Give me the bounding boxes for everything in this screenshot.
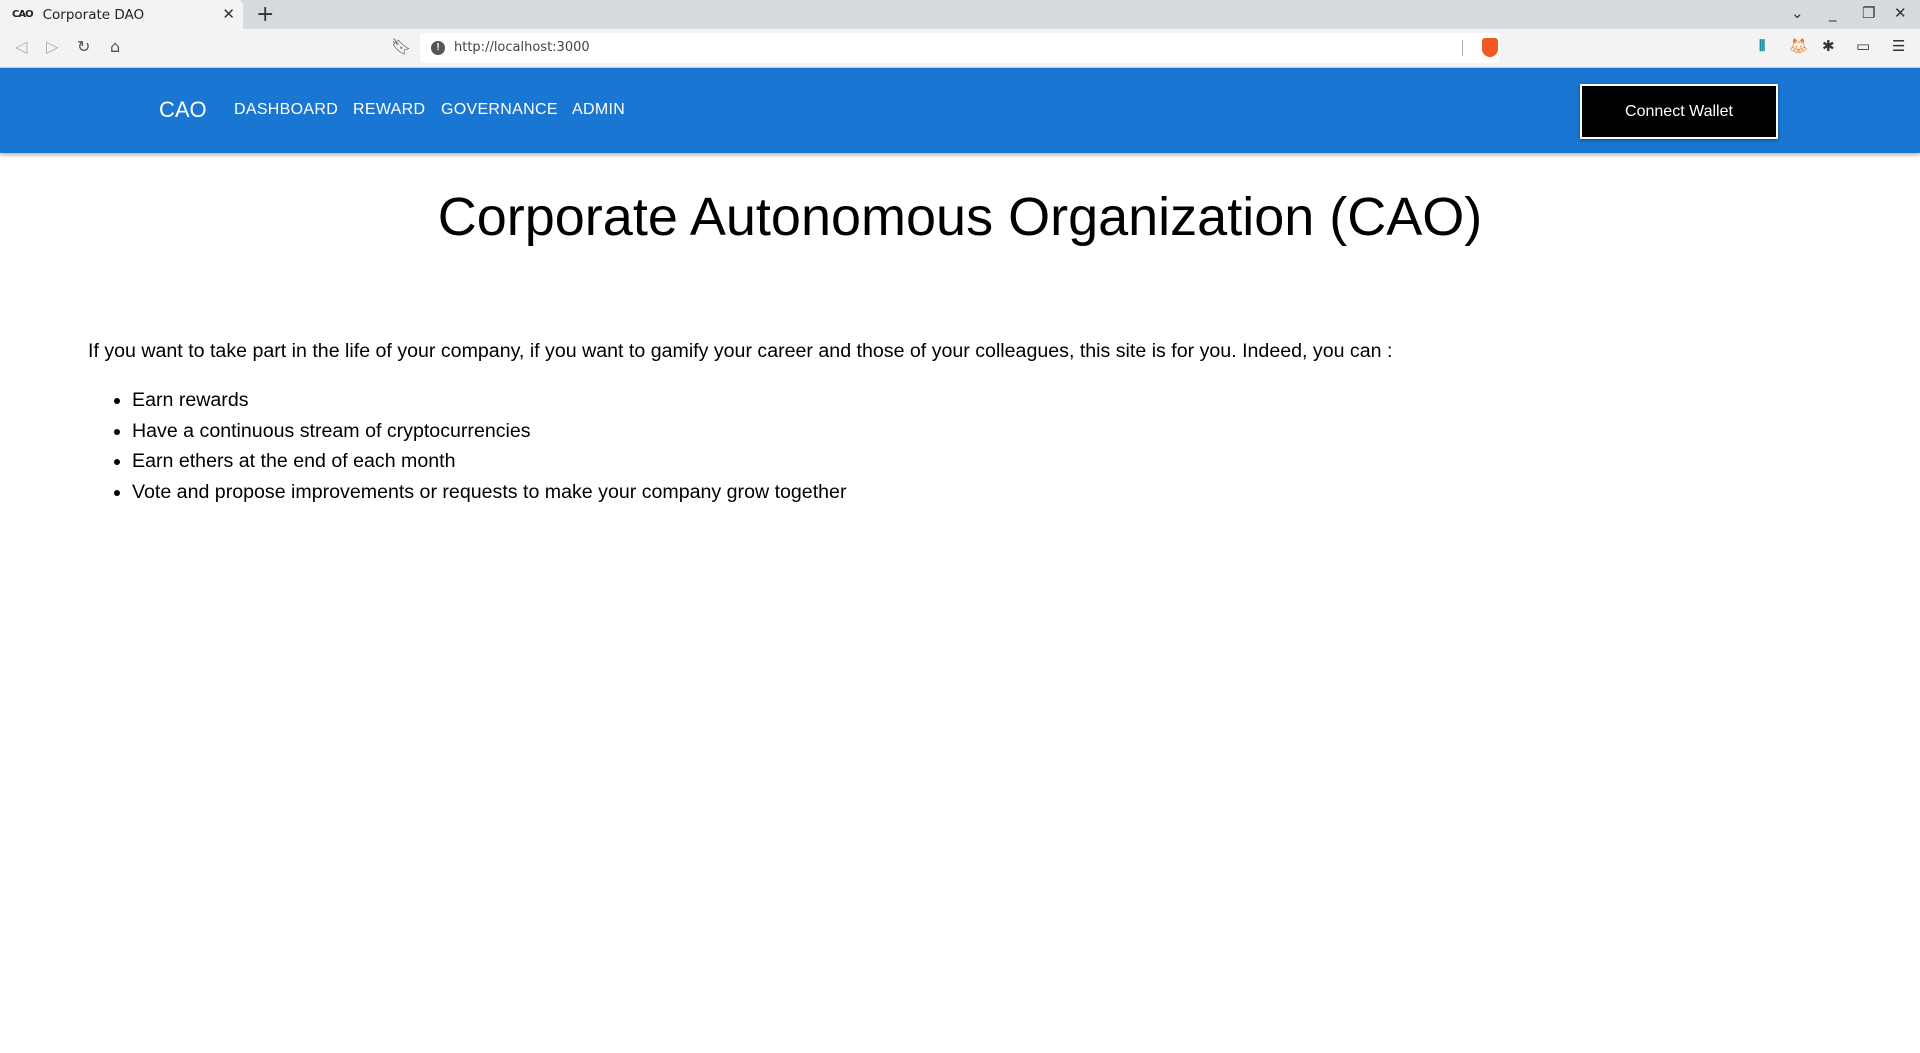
connect-wallet-button[interactable]: Connect Wallet [1580, 84, 1778, 139]
list-item: Have a continuous stream of cryptocurren… [132, 420, 846, 451]
tab-list-icon[interactable]: ⌄ [1791, 4, 1804, 22]
wallet-icon[interactable]: ▭ [1856, 37, 1870, 55]
close-tab-icon[interactable]: ✕ [222, 5, 235, 23]
tab-bar: CAO Corporate DAO ✕ + ⌄ _ ❐ ✕ [0, 0, 1920, 29]
reload-icon[interactable]: ↻ [77, 37, 90, 56]
info-icon[interactable]: ! [431, 41, 445, 55]
divider [1462, 40, 1463, 56]
home-icon[interactable]: ⌂ [110, 37, 120, 56]
bookmark-icon[interactable]: 🔖︎ [391, 37, 411, 56]
tab-title: Corporate DAO [42, 6, 145, 23]
list-item: Earn ethers at the end of each month [132, 450, 846, 481]
metamask-icon[interactable]: 🦊︎ [1789, 37, 1808, 55]
back-icon[interactable]: ◁ [15, 37, 27, 56]
nav-admin[interactable]: ADMIN [572, 101, 625, 119]
restore-icon[interactable]: ❐ [1862, 4, 1875, 22]
puzzle-icon[interactable]: ✱ [1822, 37, 1835, 55]
nav-reward[interactable]: REWARD [353, 101, 425, 119]
new-tab-icon[interactable]: + [256, 2, 274, 27]
brave-shields-icon[interactable] [1482, 38, 1498, 57]
app-navbar: CAO DASHBOARD REWARD GOVERNANCE ADMIN Co… [0, 68, 1920, 153]
feature-list: Earn rewards Have a continuous stream of… [132, 389, 846, 511]
browser-tab[interactable]: CAO Corporate DAO ✕ [0, 0, 243, 29]
favicon-icon: CAO [12, 9, 34, 20]
nav-governance[interactable]: GOVERNANCE [441, 101, 558, 119]
nav-dashboard[interactable]: DASHBOARD [234, 101, 338, 119]
minimize-icon[interactable]: _ [1829, 4, 1837, 22]
address-bar[interactable]: ! http://localhost:3000 [420, 33, 1500, 63]
page-title: Corporate Autonomous Organization (CAO) [437, 187, 1483, 247]
extension-icon[interactable]: ⫴ [1759, 37, 1765, 55]
menu-icon[interactable]: ☰ [1892, 37, 1905, 55]
brand-logo[interactable]: CAO [159, 97, 207, 123]
list-item: Vote and propose improvements or request… [132, 481, 846, 512]
browser-toolbar: ◁ ▷ ↻ ⌂ 🔖︎ ! http://localhost:3000 ⫴ 🦊︎ … [0, 29, 1920, 68]
list-item: Earn rewards [132, 389, 846, 420]
forward-icon[interactable]: ▷ [46, 37, 58, 56]
close-window-icon[interactable]: ✕ [1894, 4, 1907, 22]
intro-text: If you want to take part in the life of … [88, 340, 1393, 362]
url-text[interactable]: http://localhost:3000 [454, 40, 590, 55]
